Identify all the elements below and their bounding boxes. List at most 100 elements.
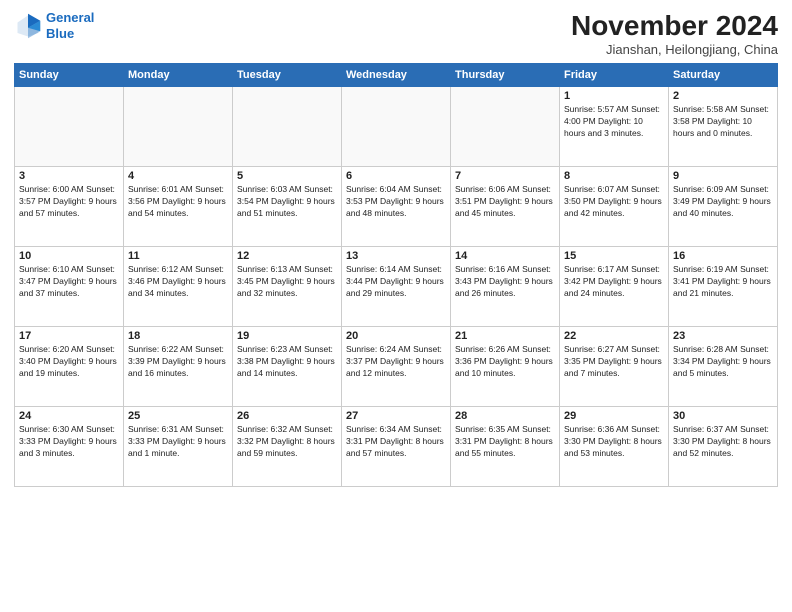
calendar-table: SundayMondayTuesdayWednesdayThursdayFrid… — [14, 63, 778, 487]
day-number: 8 — [564, 170, 664, 182]
day-cell — [451, 87, 560, 167]
day-info: Sunrise: 5:57 AM Sunset: 4:00 PM Dayligh… — [564, 104, 664, 140]
col-header-monday: Monday — [124, 64, 233, 87]
day-cell: 18Sunrise: 6:22 AM Sunset: 3:39 PM Dayli… — [124, 327, 233, 407]
day-number: 26 — [237, 410, 337, 422]
day-cell: 27 Sunrise: 6:34 AM Sunset: 3:31 PM Dayli… — [342, 407, 451, 487]
day-info: Sunrise: 6:01 AM Sunset: 3:56 PM Dayligh… — [128, 184, 228, 220]
day-number: 25 — [128, 410, 228, 422]
day-cell: 22Sunrise: 6:27 AM Sunset: 3:35 PM Dayli… — [560, 327, 669, 407]
day-info: Sunrise: 6:34 AM Sunset: 3:31 PM Dayligh… — [346, 424, 446, 460]
day-cell — [124, 87, 233, 167]
day-info: Sunrise: 6:14 AM Sunset: 3:44 PM Dayligh… — [346, 264, 446, 300]
day-cell — [233, 87, 342, 167]
day-cell: 16 Sunrise: 6:19 AM Sunset: 3:41 PM Dayli… — [669, 247, 778, 327]
week-row-1: 1 Sunrise: 5:57 AM Sunset: 4:00 PM Daylig… — [15, 87, 778, 167]
day-info: Sunrise: 6:10 AM Sunset: 3:47 PM Dayligh… — [19, 264, 119, 300]
day-cell: 25 Sunrise: 6:31 AM Sunset: 3:33 PM Dayli… — [124, 407, 233, 487]
day-cell: 7 Sunrise: 6:06 AM Sunset: 3:51 PM Daylig… — [451, 167, 560, 247]
day-number: 21 — [455, 330, 555, 342]
day-cell: 24Sunrise: 6:30 AM Sunset: 3:33 PM Dayli… — [15, 407, 124, 487]
day-number: 20 — [346, 330, 446, 342]
week-row-2: 3 Sunrise: 6:00 AM Sunset: 3:57 PM Daylig… — [15, 167, 778, 247]
day-cell: 12 Sunrise: 6:13 AM Sunset: 3:45 PM Dayli… — [233, 247, 342, 327]
day-number: 11 — [128, 250, 228, 262]
day-cell: 6 Sunrise: 6:04 AM Sunset: 3:53 PM Daylig… — [342, 167, 451, 247]
week-row-3: 10 Sunrise: 6:10 AM Sunset: 3:47 PM Dayli… — [15, 247, 778, 327]
day-info: Sunrise: 6:24 AM Sunset: 3:37 PM Dayligh… — [346, 344, 446, 380]
day-cell: 5Sunrise: 6:03 AM Sunset: 3:54 PM Daylig… — [233, 167, 342, 247]
day-cell: 30 Sunrise: 6:37 AM Sunset: 3:30 PM Dayli… — [669, 407, 778, 487]
header-row: SundayMondayTuesdayWednesdayThursdayFrid… — [15, 64, 778, 87]
logo-text: General Blue — [46, 10, 94, 41]
day-cell: 13 Sunrise: 6:14 AM Sunset: 3:44 PM Dayli… — [342, 247, 451, 327]
logo-icon — [14, 12, 42, 40]
day-number: 27 — [346, 410, 446, 422]
title-block: November 2024 Jianshan, Heilongjiang, Ch… — [571, 10, 778, 57]
day-info: Sunrise: 6:35 AM Sunset: 3:31 PM Dayligh… — [455, 424, 555, 460]
col-header-tuesday: Tuesday — [233, 64, 342, 87]
day-number: 2 — [673, 90, 773, 102]
day-info: Sunrise: 6:32 AM Sunset: 3:32 PM Dayligh… — [237, 424, 337, 460]
day-number: 19 — [237, 330, 337, 342]
day-number: 18 — [128, 330, 228, 342]
day-cell: 20 Sunrise: 6:24 AM Sunset: 3:37 PM Dayli… — [342, 327, 451, 407]
day-info: Sunrise: 6:31 AM Sunset: 3:33 PM Dayligh… — [128, 424, 228, 460]
day-info: Sunrise: 6:19 AM Sunset: 3:41 PM Dayligh… — [673, 264, 773, 300]
day-info: Sunrise: 6:17 AM Sunset: 3:42 PM Dayligh… — [564, 264, 664, 300]
day-number: 15 — [564, 250, 664, 262]
day-cell: 29 Sunrise: 6:36 AM Sunset: 3:30 PM Dayli… — [560, 407, 669, 487]
day-number: 3 — [19, 170, 119, 182]
day-number: 12 — [237, 250, 337, 262]
day-info: Sunrise: 6:07 AM Sunset: 3:50 PM Dayligh… — [564, 184, 664, 220]
logo-line1: General — [46, 10, 94, 25]
day-info: Sunrise: 6:09 AM Sunset: 3:49 PM Dayligh… — [673, 184, 773, 220]
day-number: 9 — [673, 170, 773, 182]
day-info: Sunrise: 6:26 AM Sunset: 3:36 PM Dayligh… — [455, 344, 555, 380]
col-header-saturday: Saturday — [669, 64, 778, 87]
day-cell: 28 Sunrise: 6:35 AM Sunset: 3:31 PM Dayli… — [451, 407, 560, 487]
day-cell: 21 Sunrise: 6:26 AM Sunset: 3:36 PM Dayli… — [451, 327, 560, 407]
day-cell: 3 Sunrise: 6:00 AM Sunset: 3:57 PM Daylig… — [15, 167, 124, 247]
day-info: Sunrise: 6:03 AM Sunset: 3:54 PM Dayligh… — [237, 184, 337, 220]
col-header-wednesday: Wednesday — [342, 64, 451, 87]
week-row-4: 17 Sunrise: 6:20 AM Sunset: 3:40 PM Dayli… — [15, 327, 778, 407]
day-info: Sunrise: 6:20 AM Sunset: 3:40 PM Dayligh… — [19, 344, 119, 380]
day-cell: 10 Sunrise: 6:10 AM Sunset: 3:47 PM Dayli… — [15, 247, 124, 327]
logo: General Blue — [14, 10, 94, 41]
day-number: 30 — [673, 410, 773, 422]
col-header-sunday: Sunday — [15, 64, 124, 87]
col-header-friday: Friday — [560, 64, 669, 87]
day-cell: 26 Sunrise: 6:32 AM Sunset: 3:32 PM Dayli… — [233, 407, 342, 487]
day-number: 14 — [455, 250, 555, 262]
day-number: 7 — [455, 170, 555, 182]
header: General Blue November 2024 Jianshan, Hei… — [14, 10, 778, 57]
day-number: 10 — [19, 250, 119, 262]
day-number: 17 — [19, 330, 119, 342]
day-number: 16 — [673, 250, 773, 262]
day-number: 1 — [564, 90, 664, 102]
day-info: Sunrise: 6:30 AM Sunset: 3:33 PM Dayligh… — [19, 424, 119, 460]
day-cell — [342, 87, 451, 167]
day-number: 4 — [128, 170, 228, 182]
day-number: 6 — [346, 170, 446, 182]
day-info: Sunrise: 6:00 AM Sunset: 3:57 PM Dayligh… — [19, 184, 119, 220]
day-info: Sunrise: 6:37 AM Sunset: 3:30 PM Dayligh… — [673, 424, 773, 460]
day-cell: 23Sunrise: 6:28 AM Sunset: 3:34 PM Dayli… — [669, 327, 778, 407]
day-cell: 11Sunrise: 6:12 AM Sunset: 3:46 PM Dayli… — [124, 247, 233, 327]
logo-line2: Blue — [46, 26, 74, 41]
day-number: 28 — [455, 410, 555, 422]
day-cell: 9 Sunrise: 6:09 AM Sunset: 3:49 PM Daylig… — [669, 167, 778, 247]
day-info: Sunrise: 6:36 AM Sunset: 3:30 PM Dayligh… — [564, 424, 664, 460]
day-info: Sunrise: 6:27 AM Sunset: 3:35 PM Dayligh… — [564, 344, 664, 380]
day-info: Sunrise: 6:16 AM Sunset: 3:43 PM Dayligh… — [455, 264, 555, 300]
day-info: Sunrise: 6:13 AM Sunset: 3:45 PM Dayligh… — [237, 264, 337, 300]
subtitle: Jianshan, Heilongjiang, China — [571, 42, 778, 57]
day-info: Sunrise: 6:06 AM Sunset: 3:51 PM Dayligh… — [455, 184, 555, 220]
day-cell: 4 Sunrise: 6:01 AM Sunset: 3:56 PM Daylig… — [124, 167, 233, 247]
day-cell: 19Sunrise: 6:23 AM Sunset: 3:38 PM Dayli… — [233, 327, 342, 407]
day-number: 29 — [564, 410, 664, 422]
day-number: 13 — [346, 250, 446, 262]
day-cell — [15, 87, 124, 167]
day-info: Sunrise: 6:04 AM Sunset: 3:53 PM Dayligh… — [346, 184, 446, 220]
